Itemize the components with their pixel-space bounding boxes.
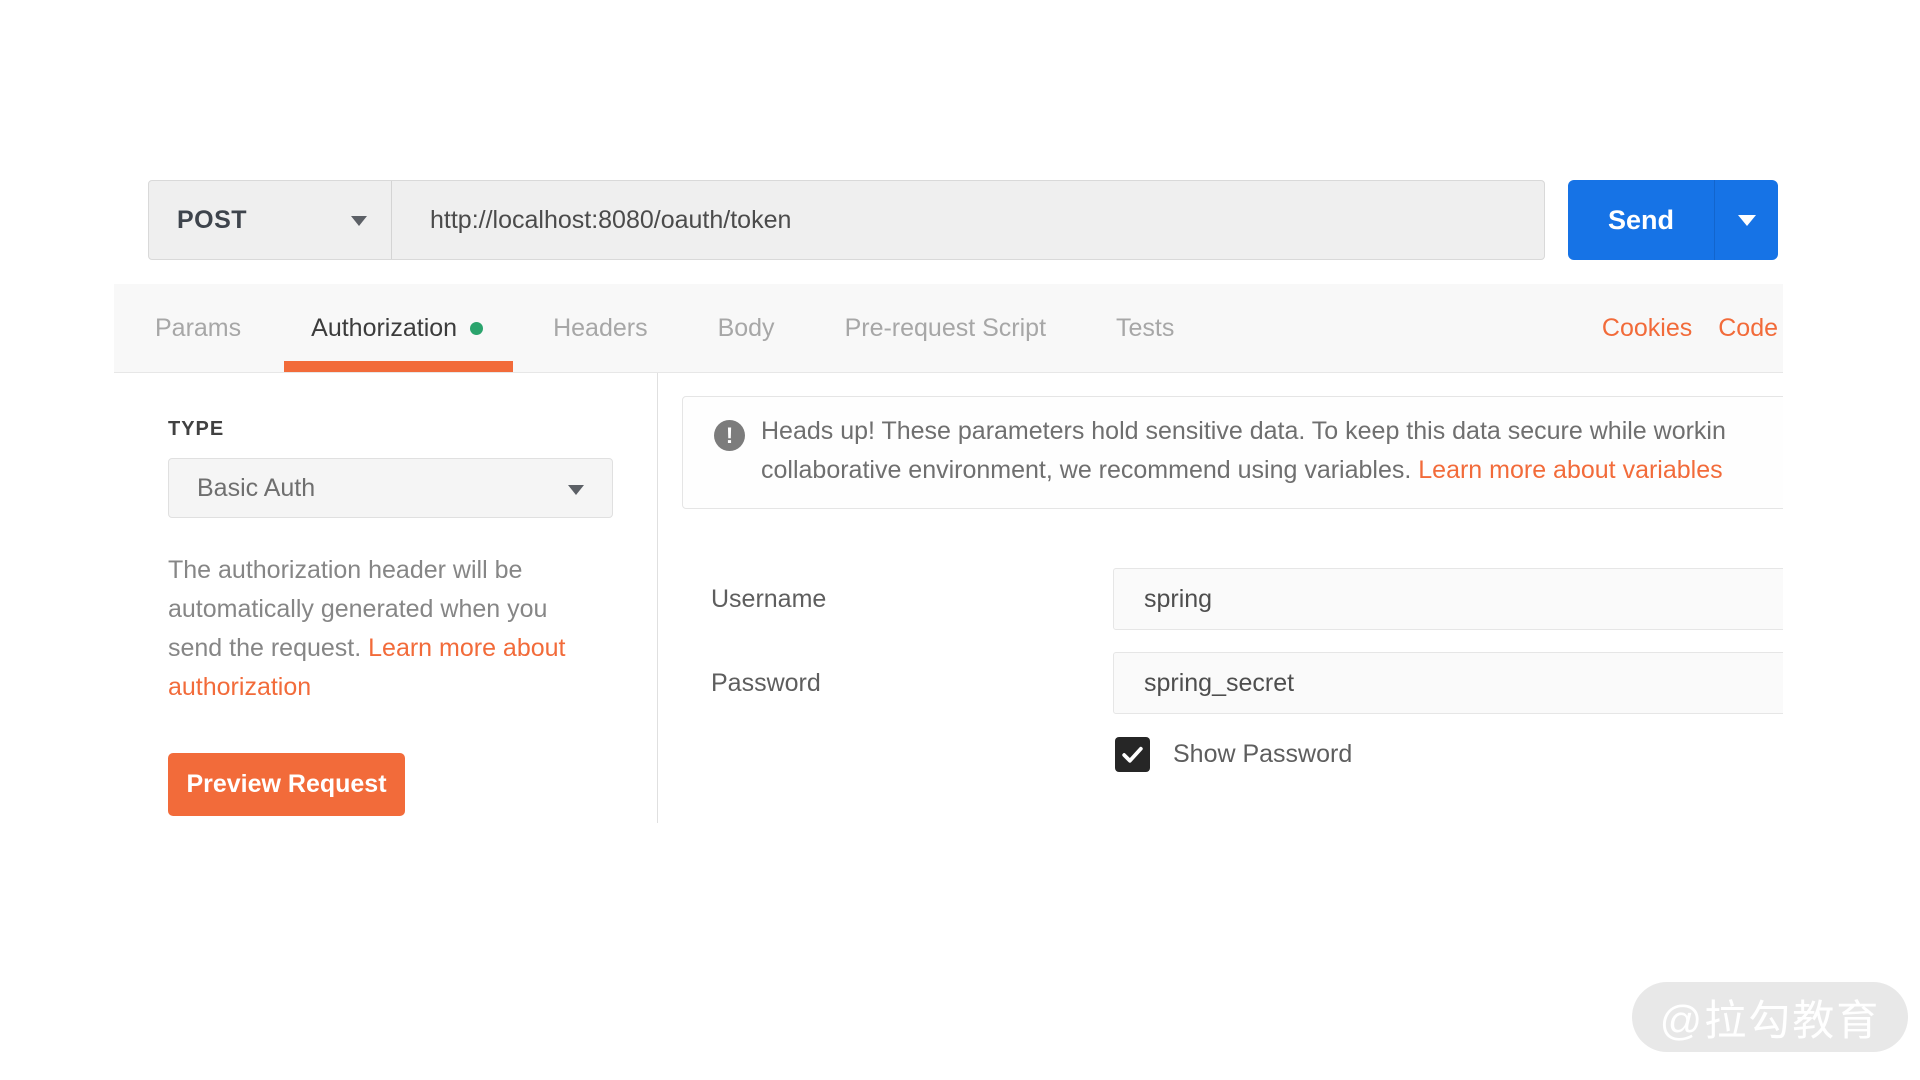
tab-label: Body <box>718 314 775 343</box>
send-button-group: Send <box>1568 180 1778 260</box>
password-input[interactable] <box>1113 652 1783 714</box>
tab-label: Pre-request Script <box>845 314 1046 343</box>
auth-description: The authorization header will be automat… <box>168 551 592 707</box>
warning-text: Heads up! These parameters hold sensitiv… <box>761 412 1783 490</box>
tab-label: Headers <box>553 314 648 343</box>
tab-authorization[interactable]: Authorization <box>311 284 483 372</box>
auth-type-panel: TYPE Basic Auth The authorization header… <box>114 373 658 823</box>
authorization-content: TYPE Basic Auth The authorization header… <box>114 373 1783 858</box>
send-button[interactable]: Send <box>1568 180 1714 260</box>
auth-type-dropdown[interactable]: Basic Auth <box>168 458 613 518</box>
postman-request-screen: POST Send Params Authorization <box>0 0 1920 1080</box>
method-dropdown[interactable]: POST <box>149 181 392 259</box>
exclamation-icon: ! <box>714 420 745 451</box>
url-input[interactable] <box>392 181 1544 259</box>
sensitive-data-warning: ! Heads up! These parameters hold sensit… <box>682 396 1783 509</box>
exclamation-glyph: ! <box>726 423 733 449</box>
learn-more-variables-link[interactable]: Learn more about variables <box>1418 456 1722 484</box>
show-password-checkbox[interactable] <box>1115 737 1150 772</box>
warning-line-2-text: collaborative environment, we recommend … <box>761 456 1418 484</box>
send-options-button[interactable] <box>1714 180 1778 260</box>
show-password-label[interactable]: Show Password <box>1173 737 1352 772</box>
tab-pre-request-script[interactable]: Pre-request Script <box>845 284 1046 372</box>
tab-strip-links: Cookies Code <box>1602 284 1778 373</box>
code-link[interactable]: Code <box>1718 314 1778 343</box>
tab-tests[interactable]: Tests <box>1116 284 1174 372</box>
cookies-link[interactable]: Cookies <box>1602 314 1692 343</box>
green-dot-icon <box>470 322 483 335</box>
method-label: POST <box>149 206 247 235</box>
tab-body[interactable]: Body <box>718 284 775 372</box>
type-label: TYPE <box>168 418 224 441</box>
chevron-down-icon <box>351 216 367 226</box>
username-input[interactable] <box>1113 568 1783 630</box>
password-label: Password <box>711 652 821 714</box>
preview-request-button[interactable]: Preview Request <box>168 753 405 816</box>
method-url-group: POST <box>148 180 1545 260</box>
chevron-down-icon <box>568 485 584 495</box>
tab-headers[interactable]: Headers <box>553 284 648 372</box>
tab-params[interactable]: Params <box>155 284 241 372</box>
watermark-badge: @拉勾教育 <box>1632 982 1908 1052</box>
chevron-down-icon <box>1738 215 1756 226</box>
username-label: Username <box>711 568 826 630</box>
tab-label: Tests <box>1116 314 1174 343</box>
warning-line-2: collaborative environment, we recommend … <box>761 451 1783 490</box>
tab-label: Params <box>155 314 241 343</box>
request-tab-strip: Params Authorization Headers Body Pre-re… <box>114 284 1783 373</box>
checkmark-icon <box>1120 742 1145 767</box>
warning-line-1: Heads up! These parameters hold sensitiv… <box>761 412 1783 451</box>
request-url-row: POST Send <box>114 180 1783 260</box>
request-tabs: Params Authorization Headers Body Pre-re… <box>114 284 1174 372</box>
request-pane: POST Send Params Authorization <box>114 178 1783 858</box>
auth-type-value: Basic Auth <box>169 474 315 503</box>
tab-label: Authorization <box>311 314 457 343</box>
